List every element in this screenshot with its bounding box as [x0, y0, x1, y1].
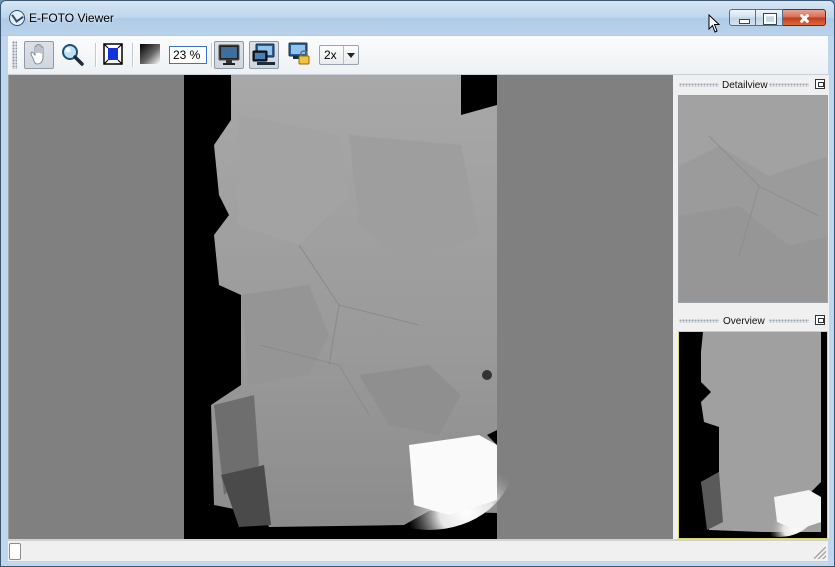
mouse-cursor-icon	[708, 14, 721, 33]
float-window-icon[interactable]	[815, 79, 825, 89]
detailview-pane[interactable]	[678, 95, 828, 303]
status-field	[9, 543, 21, 560]
resize-grip-icon[interactable]	[814, 547, 826, 559]
dock-grip	[769, 83, 809, 87]
toolbar-separator	[211, 43, 213, 67]
toolbar-grip[interactable]	[12, 41, 17, 69]
efoto-logo-icon	[9, 10, 25, 26]
lock-view-button[interactable]	[284, 41, 314, 69]
aerial-image	[184, 75, 514, 539]
gradient-icon	[140, 44, 160, 64]
detailview-title: Detailview	[722, 80, 768, 91]
detail-scale-value: 2x	[324, 48, 337, 62]
chevron-down-icon[interactable]	[343, 46, 358, 64]
dock-grip	[769, 319, 809, 323]
toolbar: 2x	[8, 36, 828, 75]
maximize-button[interactable]	[756, 9, 783, 26]
pan-tool-button[interactable]	[24, 41, 54, 69]
monitor-icon	[218, 44, 240, 65]
main-window: E-FOTO Viewer 23 % 2x Detailview Overvie…	[0, 0, 835, 567]
detail-view-toggle-button[interactable]	[214, 41, 244, 69]
title-bar[interactable]: E-FOTO Viewer	[1, 1, 834, 35]
detail-image	[679, 96, 827, 302]
overview-image	[679, 332, 827, 538]
fit-view-button[interactable]	[99, 41, 129, 69]
overview-toggle-button[interactable]	[249, 41, 279, 69]
toolbar-separator	[132, 43, 134, 67]
toolbar-separator	[95, 43, 97, 67]
caption-buttons	[729, 9, 826, 28]
close-button[interactable]	[783, 9, 826, 26]
monitor-network-icon	[252, 43, 275, 65]
overview-pane[interactable]	[678, 331, 828, 539]
status-bar	[8, 540, 828, 561]
window-title: E-FOTO Viewer	[29, 11, 114, 25]
monitor-lock-icon	[288, 42, 310, 65]
dock-grip	[679, 319, 719, 323]
fit-to-view-icon	[103, 43, 123, 65]
overview-dock-title[interactable]: Overview	[677, 313, 827, 330]
detailview-dock-title[interactable]: Detailview	[677, 77, 827, 94]
window-border-left	[1, 36, 8, 566]
hand-icon	[30, 43, 44, 65]
float-window-icon[interactable]	[815, 315, 825, 325]
dock-panel: Detailview Overview	[673, 75, 829, 539]
main-image-view[interactable]	[8, 75, 673, 539]
detail-scale-select[interactable]: 2x	[319, 45, 359, 65]
zoom-percentage-input[interactable]	[169, 46, 207, 64]
zoom-tool-button[interactable]	[58, 41, 88, 69]
magnifier-icon	[62, 44, 84, 66]
dock-grip	[679, 83, 719, 87]
minimize-button[interactable]	[729, 9, 756, 26]
overview-title: Overview	[723, 316, 765, 327]
contrast-tool-button[interactable]	[136, 41, 166, 69]
